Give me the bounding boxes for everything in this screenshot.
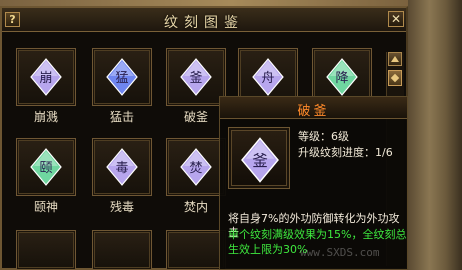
arrow-up-icon [391,56,399,62]
tooltip-upgrade-progress: 升级纹刻进度：1/6 [298,146,393,159]
gem-icon-fennei: 焚 [180,148,212,186]
gem-icon-mengji: 猛 [106,58,138,96]
tooltip-title: 破釜 [297,104,330,119]
gem-glyph: 舟 [261,71,274,86]
scroll-up-button[interactable] [388,52,402,66]
gem-glyph: 崩 [39,71,52,86]
world-background-right [408,0,462,270]
engraving-slot-pofu[interactable]: 釜 [166,48,226,106]
gem-glyph: 釜 [252,152,268,170]
engraving-label: 残毒 [109,200,134,214]
close-button[interactable]: ✕ [388,11,404,27]
tooltip-icon-frame: 釜 [228,127,290,189]
gem-icon-bengjian: 崩 [30,58,62,96]
gem-glyph: 焚 [189,161,202,176]
engraving-slot-row3-2[interactable] [92,230,152,270]
window-title: 纹刻图鉴 [164,15,244,31]
gem-icon-yishen: 颐 [30,148,62,186]
engraving-slot-mengji[interactable]: 猛 [92,48,152,106]
gem-icon-slot-4: 舟 [252,58,284,96]
engraving-label: 焚内 [183,200,208,214]
engraving-slot-yishen[interactable]: 颐 [16,138,76,196]
gem-icon-slot-5: 降 [326,58,358,96]
diamond-icon [390,73,400,83]
engraving-slot-fennei[interactable]: 焚 [166,138,226,196]
tooltip-header: 破釜 [220,97,407,119]
gem-glyph: 釜 [189,71,202,86]
tooltip-level: 等级：6级 [298,130,349,143]
engraving-label: 猛击 [109,110,134,124]
gem-glyph: 猛 [115,71,128,86]
engraving-label: 崩溅 [33,110,58,124]
title-bar[interactable]: ? 纹刻图鉴 ✕ [2,8,406,32]
gem-icon-pofu-large: 釜 [241,137,279,183]
engraving-tooltip: 破釜 釜 等级：6级 升级纹刻进度：1/6 将自身7%的外功防御转化为外功攻击 … [219,96,408,270]
gem-icon-pofu: 釜 [180,58,212,96]
gem-glyph: 毒 [115,161,128,176]
engraving-slot-row3-3[interactable] [166,230,226,270]
scrollbar-thumb[interactable] [388,70,402,86]
engraving-label: 破釜 [183,110,208,124]
gem-glyph: 颐 [39,161,52,176]
gem-icon-candu: 毒 [106,148,138,186]
site-watermark: www.SXDS.com [300,246,380,259]
engraving-label: 颐神 [33,200,58,214]
engraving-slot-candu[interactable]: 毒 [92,138,152,196]
engraving-slot-row3-1[interactable] [16,230,76,270]
game-scene: ? 纹刻图鉴 ✕ 崩 崩溅 猛 猛击 釜 破釜 舟 降 颐 颐神 毒 残毒 焚 … [0,0,462,270]
gem-glyph: 降 [335,71,348,86]
engraving-slot-bengjian[interactable]: 崩 [16,48,76,106]
